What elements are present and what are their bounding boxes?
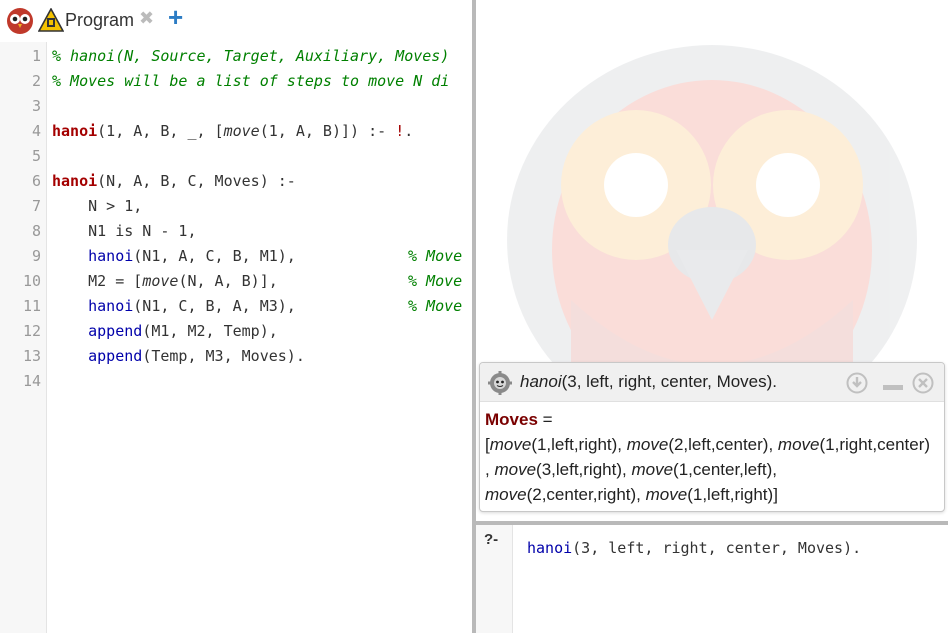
warning-icon	[38, 8, 64, 32]
results-pane: hanoi(3, left, right, center, Moves). Mo…	[476, 0, 948, 521]
code-text: (N1, C, B, A, M3),	[133, 297, 296, 315]
term-functor: move	[777, 435, 820, 454]
line-number: 9	[31, 247, 41, 265]
term-text: (3,left,right),	[536, 460, 632, 479]
query-echo: hanoi(3, left, right, center, Moves).	[520, 372, 777, 392]
tab-bar: Program ✖ +	[0, 0, 472, 38]
code-comment: % Move	[408, 247, 463, 265]
code-cut: !	[395, 122, 405, 140]
query-editor[interactable]: ?- hanoi(3, left, right, center, Moves).	[476, 525, 948, 633]
code-comment-10: % Move	[408, 272, 462, 290]
tab-program[interactable]: Program ✖	[2, 2, 160, 36]
tab-close-icon[interactable]: ✖	[139, 8, 154, 29]
line-number: 8	[31, 222, 41, 240]
query-prompt: ?-	[484, 531, 499, 548]
code-comment-11: % Move	[408, 297, 462, 315]
download-icon[interactable]	[846, 372, 868, 394]
line-number: 4	[31, 122, 41, 140]
code-line-4: hanoi(1, A, B, _, [move(1, A, B)]) :- !.	[52, 122, 413, 140]
code-line-2: % Moves will be a list of steps to move …	[52, 72, 449, 90]
code-line-10: M2 = [move(N, A, B)],	[52, 272, 278, 290]
code-term: move	[142, 272, 179, 290]
code-text: (N, A, B, C, Moves) :-	[97, 172, 296, 190]
code-term: move	[223, 122, 260, 140]
code-line-1: % hanoi(N, Source, Target, Auxiliary, Mo…	[52, 47, 449, 65]
code-text: (1, A, B)]) :-	[259, 122, 396, 140]
code-comment: % Moves will be a list of steps to move …	[52, 72, 450, 90]
code-text: M2 = [	[52, 272, 143, 290]
line-number-gutter: 1 2 3 4 5 6 7 8 9 10 11 12 13 14	[0, 42, 47, 633]
query-args: (3, left, right, center, Moves).	[572, 539, 862, 557]
swish-owl-logo-icon[interactable]	[6, 7, 34, 35]
line-number: 7	[31, 197, 41, 215]
line-number: 12	[22, 322, 41, 340]
line-number: 11	[22, 297, 41, 315]
term-text: (1,right,center)	[819, 435, 931, 454]
add-tab-icon[interactable]: +	[168, 2, 183, 33]
query-predicate: hanoi	[527, 539, 573, 557]
code-line-6: hanoi(N, A, B, C, Moves) :-	[52, 172, 296, 190]
code-text: (M1, M2, Temp),	[142, 322, 278, 340]
query-echo-args: (3, left, right, center, Moves).	[561, 372, 778, 391]
code-line-8: N1 is N - 1,	[52, 222, 197, 240]
goal-call: append	[52, 322, 143, 340]
line-number: 13	[22, 347, 41, 365]
code-comment: % Move	[408, 272, 463, 290]
line-number: 5	[31, 147, 41, 165]
equals-sign: =	[537, 410, 553, 429]
term-functor: move	[626, 435, 669, 454]
term-functor: move	[494, 460, 537, 479]
term-functor: move	[485, 485, 527, 504]
term-functor: move	[645, 485, 688, 504]
code-text: (N, A, B)],	[178, 272, 278, 290]
program-editor-pane: Program ✖ + 1 2 3 4 5 6 7 8 9 10 11 12 13 14 % hanoi(…	[0, 0, 472, 633]
minimize-icon[interactable]	[883, 385, 903, 390]
code-text: (N1, A, C, B, M1),	[133, 247, 296, 265]
query-echo-predicate: hanoi	[520, 372, 562, 391]
line-number: 2	[31, 72, 41, 90]
code-text: (Temp, M3, Moves).	[142, 347, 305, 365]
clause-head: hanoi	[52, 122, 98, 140]
term-text: (2,left,center),	[668, 435, 778, 454]
term-text: (2,center,right),	[526, 485, 646, 504]
goal-call: hanoi	[52, 247, 134, 265]
answer-panel: hanoi(3, left, right, center, Moves). Mo…	[479, 362, 945, 512]
code-line-11: hanoi(N1, C, B, A, M3),	[52, 297, 296, 315]
code-comment: % hanoi(N, Source, Target, Auxiliary, Mo…	[52, 47, 450, 65]
term-functor: move	[489, 435, 532, 454]
term-functor: move	[631, 460, 674, 479]
line-number: 6	[31, 172, 41, 190]
line-number: 1	[31, 47, 41, 65]
close-icon[interactable]	[912, 372, 934, 394]
answer-value-line-3: move(2,center,right), move(1,left,right)…	[485, 482, 945, 507]
clause-head: hanoi	[52, 172, 98, 190]
answer-value-line-2: , move(3,left,right), move(1,center,left…	[485, 457, 945, 482]
code-text: (1, A, B, _, [	[97, 122, 224, 140]
term-text: (1,left,right),	[531, 435, 627, 454]
code-line-7: N > 1,	[52, 197, 143, 215]
code-comment-9: % Move	[408, 247, 462, 265]
line-number: 10	[22, 272, 41, 290]
line-number: 3	[31, 97, 41, 115]
code-comment: % Move	[408, 297, 463, 315]
code-line-12: append(M1, M2, Temp),	[52, 322, 278, 340]
variable-name: Moves	[485, 410, 538, 429]
code-line-9: hanoi(N1, A, C, B, M1),	[52, 247, 296, 265]
query-input[interactable]: hanoi(3, left, right, center, Moves).	[527, 539, 861, 557]
term-text: (1,center,left),	[673, 460, 777, 479]
code-text: .	[404, 122, 414, 140]
gear-icon[interactable]	[488, 371, 512, 395]
answer-body: Moves = [move(1,left,right), move(2,left…	[485, 407, 945, 507]
code-line-13: append(Temp, M3, Moves).	[52, 347, 305, 365]
goal-call: hanoi	[52, 297, 134, 315]
answer-header: hanoi(3, left, right, center, Moves).	[480, 363, 944, 402]
answer-value-line-1: [move(1,left,right), move(2,left,center)…	[485, 432, 945, 457]
tab-label: Program	[65, 10, 135, 30]
goal-call: append	[52, 347, 143, 365]
term-text: (1,left,right)]	[687, 485, 778, 504]
line-number: 14	[22, 372, 41, 390]
answer-binding: Moves =	[485, 407, 945, 432]
